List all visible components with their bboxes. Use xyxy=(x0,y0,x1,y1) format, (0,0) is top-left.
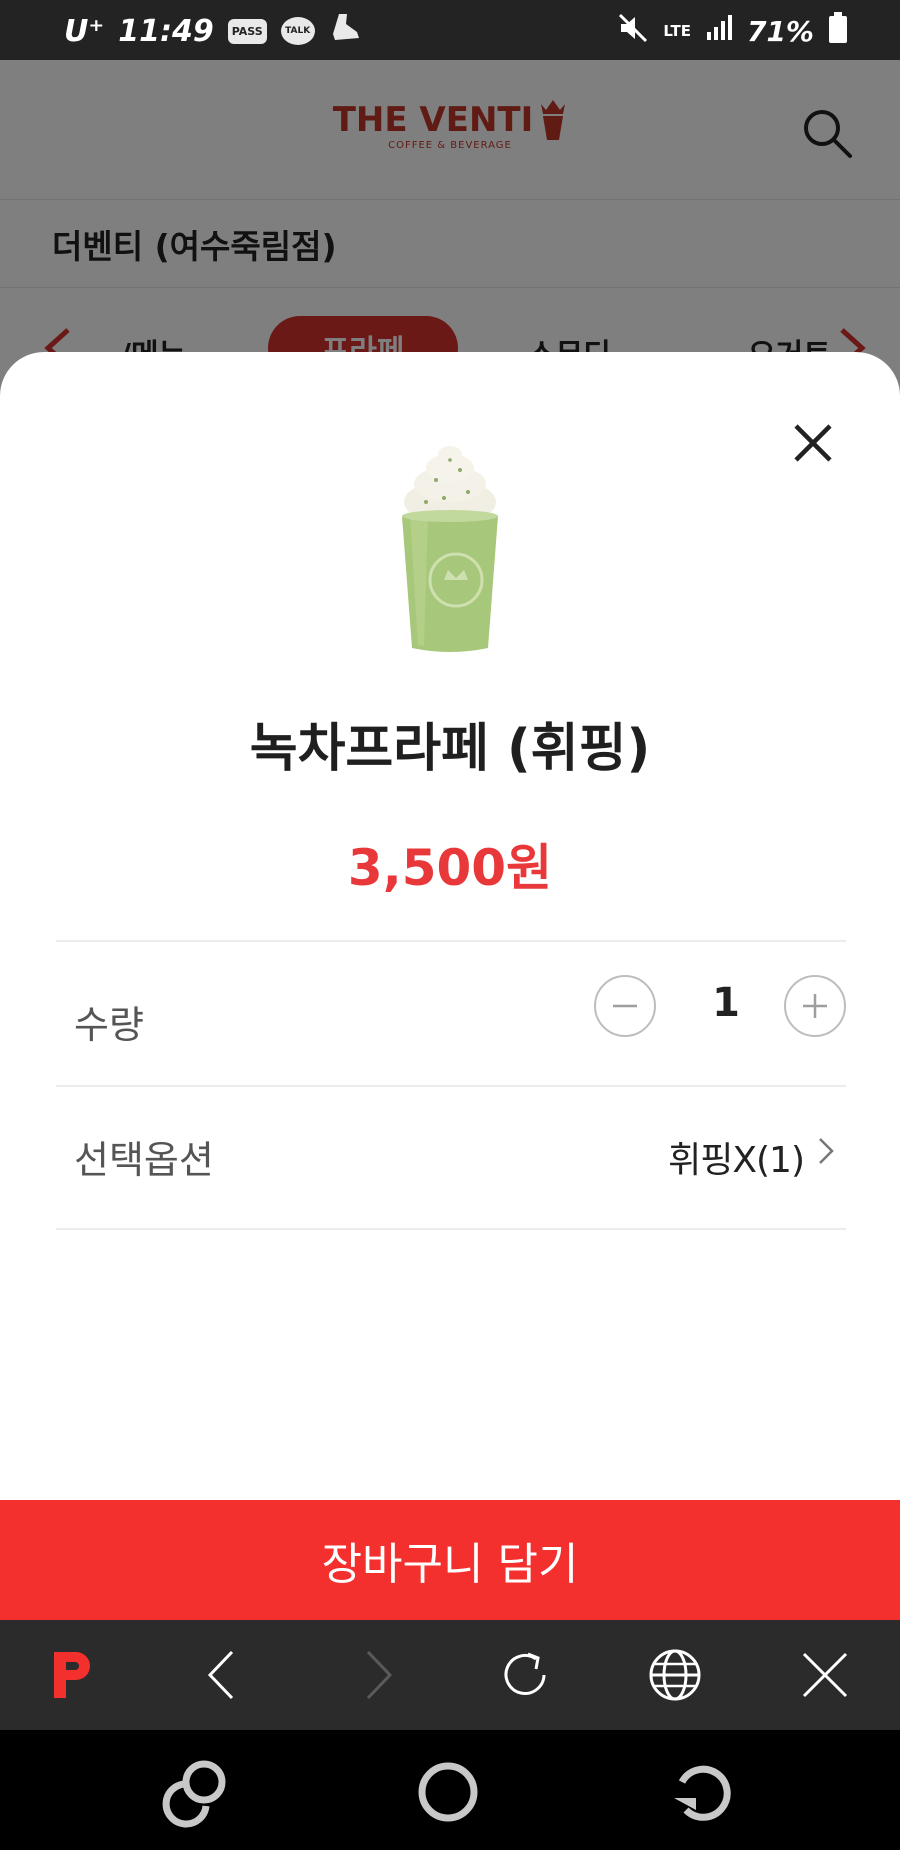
system-back-button[interactable] xyxy=(662,1754,738,1830)
back-button[interactable] xyxy=(190,1642,256,1708)
pass-app-icon: PASS xyxy=(227,18,267,44)
app-home-button[interactable] xyxy=(40,1642,106,1708)
browser-toolbar xyxy=(0,1620,900,1730)
globe-button[interactable] xyxy=(642,1642,708,1708)
product-price: 3,500원 xyxy=(347,839,553,897)
quantity-row: 수량 1 xyxy=(56,940,846,1085)
refresh-icon xyxy=(504,1652,546,1695)
product-image xyxy=(402,446,498,652)
mute-icon xyxy=(617,12,649,51)
clock: 11:49 xyxy=(118,13,214,49)
kakaotalk-icon: TALK xyxy=(280,17,315,45)
option-label: 선택옵션 xyxy=(74,1138,214,1182)
close-button[interactable] xyxy=(790,420,836,466)
network-type: LTE xyxy=(663,22,691,40)
quantity-decrease-button[interactable] xyxy=(594,975,656,1037)
home-button[interactable] xyxy=(410,1754,486,1830)
p-logo-icon xyxy=(54,1652,90,1698)
refresh-button[interactable] xyxy=(492,1642,558,1708)
plus-icon xyxy=(803,994,827,1018)
quantity-label: 수량 xyxy=(74,1003,144,1047)
home-icon xyxy=(418,1762,478,1822)
quantity-increase-button[interactable] xyxy=(784,975,846,1037)
quantity-value: 1 xyxy=(712,980,740,1026)
system-nav-bar xyxy=(0,1730,900,1850)
minus-icon xyxy=(613,1004,637,1008)
close-browser-button[interactable] xyxy=(792,1642,858,1708)
sneaker-icon xyxy=(329,10,363,52)
status-left: U⁺ 11:49 PASS TALK xyxy=(64,10,363,52)
carrier-label: U⁺ xyxy=(64,13,105,49)
forward-button[interactable] xyxy=(344,1642,410,1708)
product-name: 녹차프라페 (휘핑) xyxy=(249,719,651,779)
battery-icon xyxy=(828,12,848,51)
chevron-right-icon xyxy=(819,1138,834,1164)
option-value: 휘핑X(1) xyxy=(668,1140,805,1181)
status-right: LTE 71% xyxy=(617,12,848,51)
add-to-cart-button[interactable]: 장바구니 담기 xyxy=(0,1500,900,1620)
recent-apps-button[interactable] xyxy=(158,1754,234,1830)
product-option-sheet: 녹차프라페 (휘핑) 3,500원 수량 1 선택옵션 휘핑X(1) 장바구니 … xyxy=(0,352,900,1620)
globe-icon xyxy=(649,1649,701,1701)
recent-apps-icon xyxy=(162,1760,226,1828)
chevron-right-icon xyxy=(366,1650,393,1700)
chevron-left-icon xyxy=(207,1650,234,1700)
back-icon xyxy=(674,1765,731,1821)
option-row[interactable]: 선택옵션 휘핑X(1) xyxy=(56,1085,846,1230)
battery-percent: 71% xyxy=(746,15,814,48)
close-icon xyxy=(794,424,832,462)
signal-icon xyxy=(705,14,733,49)
close-icon xyxy=(802,1652,848,1698)
status-bar: U⁺ 11:49 PASS TALK LTE 71% xyxy=(0,0,900,60)
